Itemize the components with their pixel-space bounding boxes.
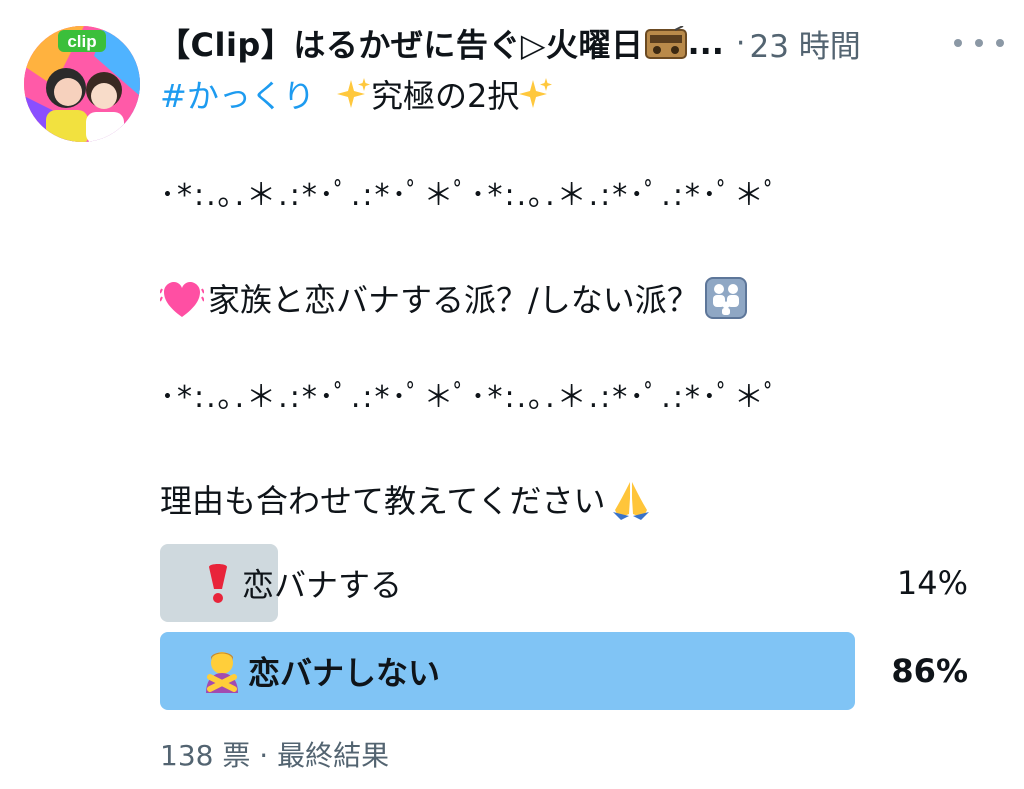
name-ellipsis: ... — [687, 24, 724, 62]
display-name[interactable]: 【Clip】はるかぜに告ぐ▷火曜日 — [158, 20, 643, 66]
poll-option[interactable]: 恋バナする 14% — [160, 544, 968, 622]
sparkles-icon — [337, 78, 370, 108]
poll-option-text: 恋バナする — [242, 566, 403, 604]
more-options-button[interactable] — [954, 28, 1004, 58]
poll-status: 最終結果 — [277, 739, 390, 772]
poll-option-percent: 86% — [891, 652, 968, 690]
radio-icon — [645, 26, 688, 59]
exclamation-icon — [209, 564, 227, 603]
sparkles-icon — [519, 78, 553, 108]
hashtag-link[interactable]: #かっくり — [160, 77, 315, 115]
tweet-line-1: #かっくり 究極の2択 — [160, 76, 553, 116]
folded-hands-icon — [613, 482, 650, 520]
poll-option-label: 恋バナしない — [200, 632, 440, 710]
avatar[interactable]: clip — [24, 26, 140, 142]
poll-option-label: 恋バナする — [200, 544, 402, 622]
tweet: clip 【Clip】はるかぜに告ぐ▷火曜日 ... · 23 時間 #かっくり… — [0, 0, 1024, 789]
avatar-image: clip — [24, 26, 140, 142]
poll-footer: 138 票 · 最終結果 — [160, 734, 389, 774]
tweet-question: 家族と恋バナする派？/しない派？ — [160, 277, 747, 321]
header-separator: · — [735, 25, 746, 61]
timestamp[interactable]: 23 時間 — [749, 21, 860, 66]
poll-option[interactable]: 恋バナしない 86% — [160, 632, 968, 710]
no-gesture-icon — [206, 652, 238, 693]
tweet-request: 理由も合わせて教えてください — [160, 478, 653, 522]
decorative-divider: ･*:.｡.＊.:*･ﾟ.:*･ﾟ＊ﾟ･*:.｡.＊.:*･ﾟ.:*･ﾟ＊ﾟ — [160, 178, 781, 213]
family-icon — [704, 277, 747, 319]
poll-option-percent: 14% — [896, 564, 968, 602]
request-text: 理由も合わせて教えてください — [160, 482, 606, 520]
decorative-divider: ･*:.｡.＊.:*･ﾟ.:*･ﾟ＊ﾟ･*:.｡.＊.:*･ﾟ.:*･ﾟ＊ﾟ — [160, 380, 781, 415]
question-text: 家族と恋バナする派？/しない派？ — [208, 281, 699, 319]
more-icon — [954, 39, 962, 47]
footer-separator: · — [259, 739, 269, 772]
poll-option-text: 恋バナしない — [248, 654, 441, 692]
avatar-badge: clip — [67, 32, 96, 51]
beating-heart-icon — [160, 282, 204, 317]
vote-count: 138 票 — [160, 739, 251, 772]
tweet-subtitle: 究極の2択 — [371, 77, 520, 115]
tweet-header: 【Clip】はるかぜに告ぐ▷火曜日 ... · 23 時間 — [158, 18, 861, 68]
